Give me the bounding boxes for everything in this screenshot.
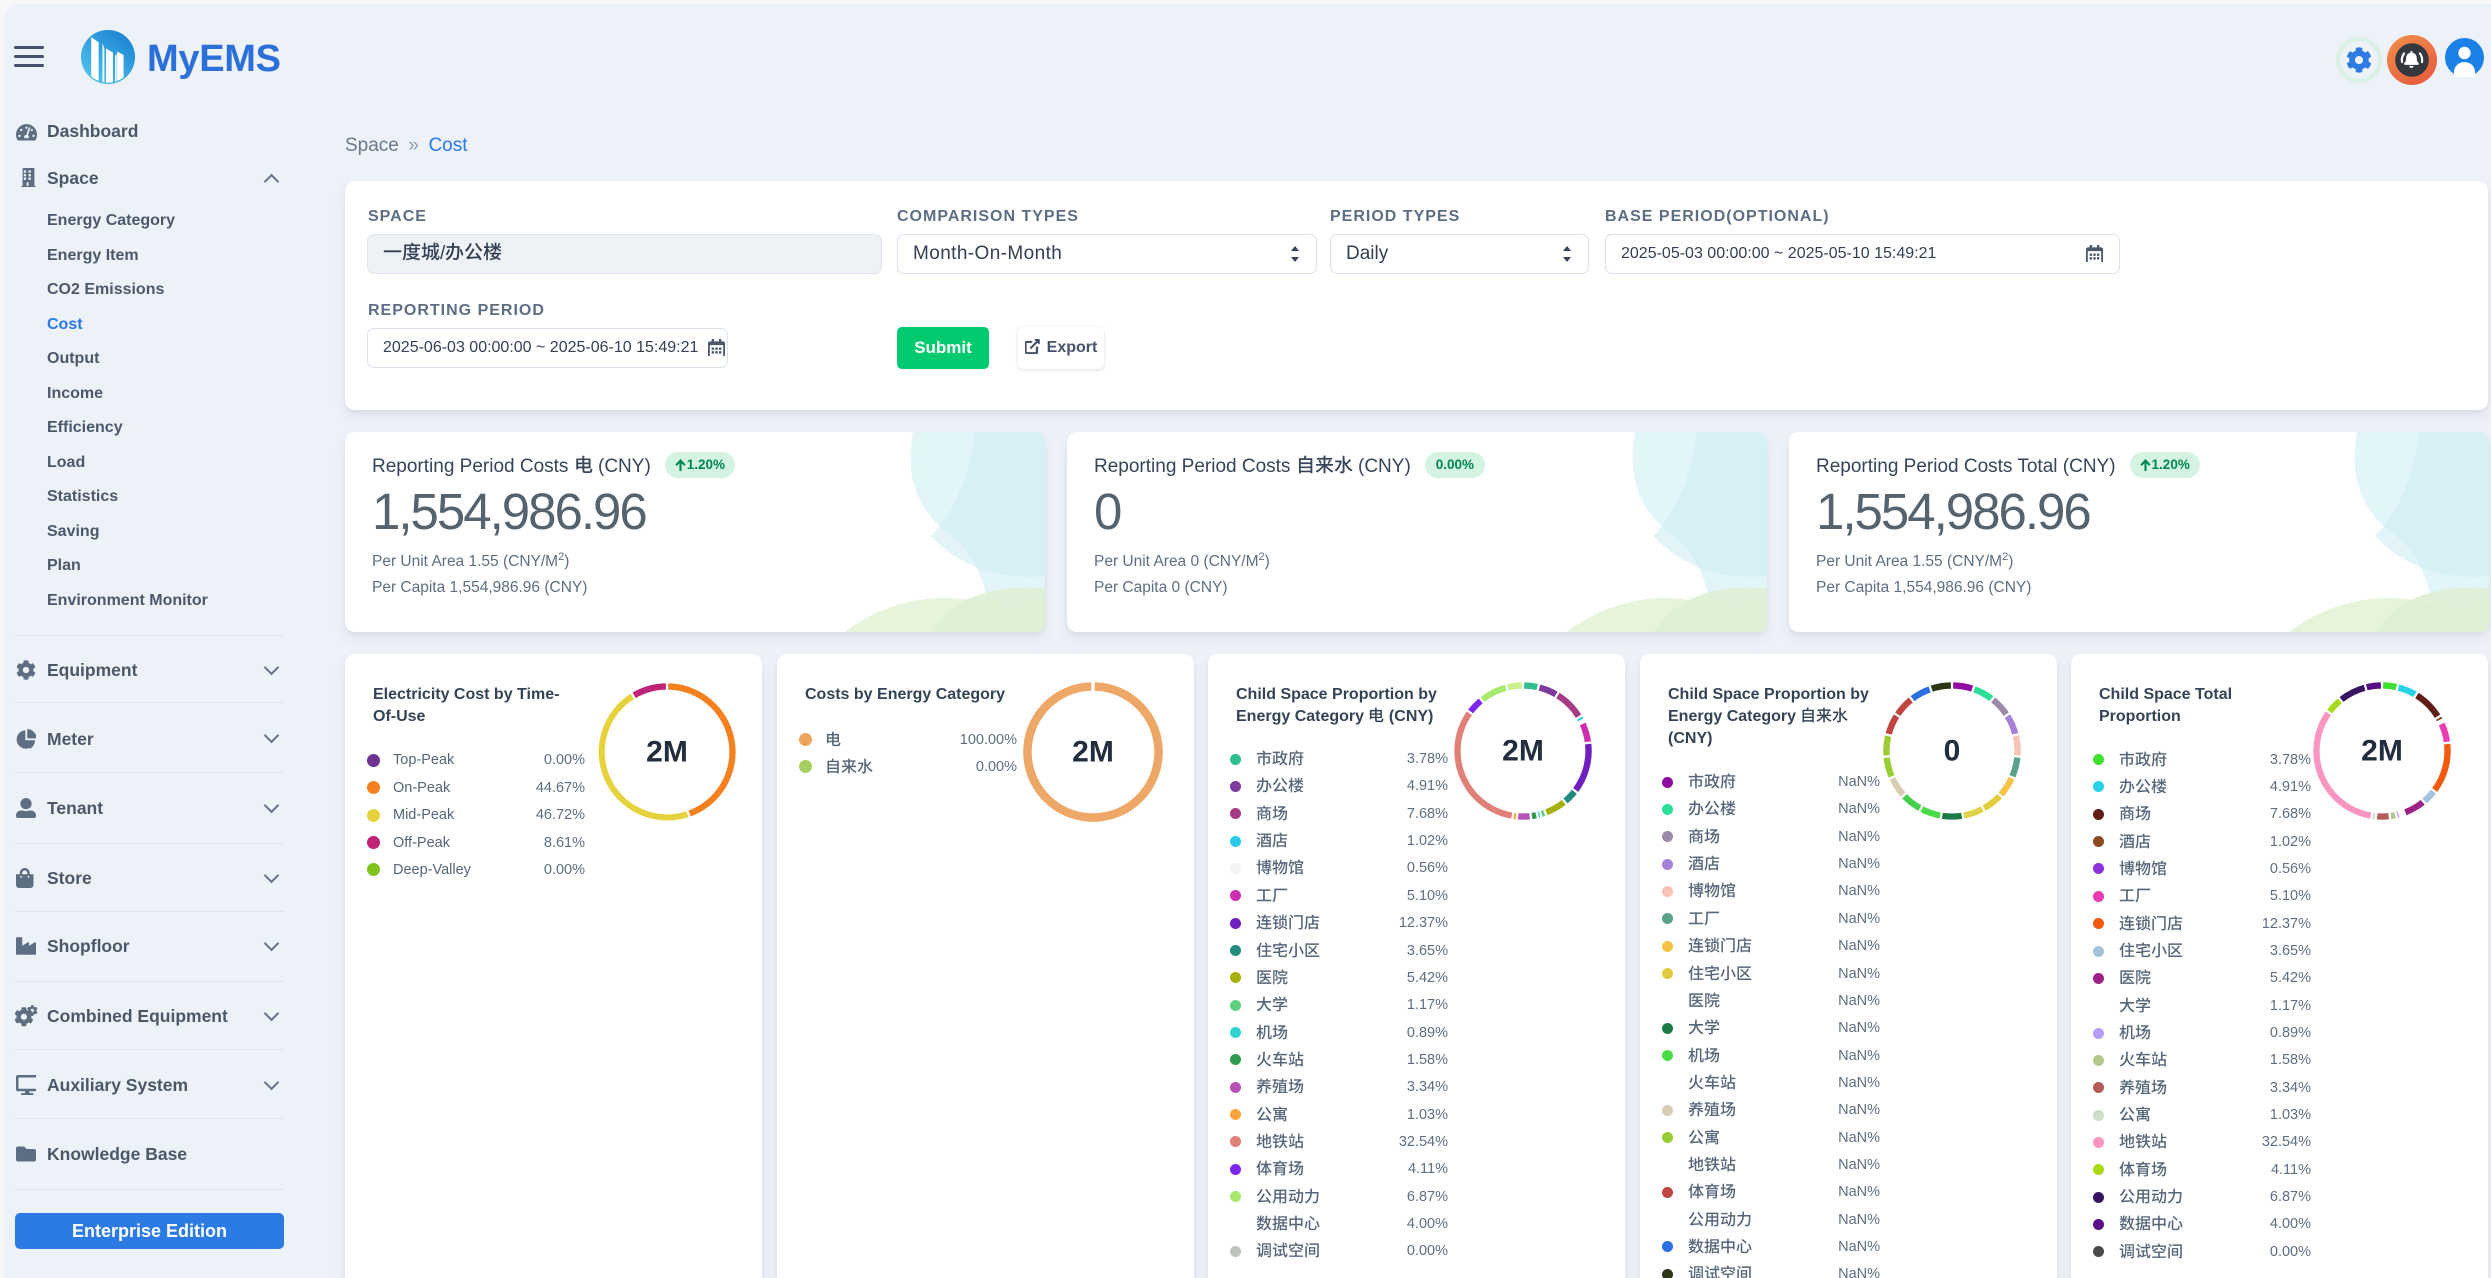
svg-text:2M: 2M — [646, 736, 688, 769]
svg-text:2M: 2M — [1502, 735, 1544, 768]
svg-text:2M: 2M — [1072, 736, 1114, 769]
svg-text:0: 0 — [1944, 735, 1961, 768]
svg-text:2M: 2M — [2361, 735, 2403, 768]
